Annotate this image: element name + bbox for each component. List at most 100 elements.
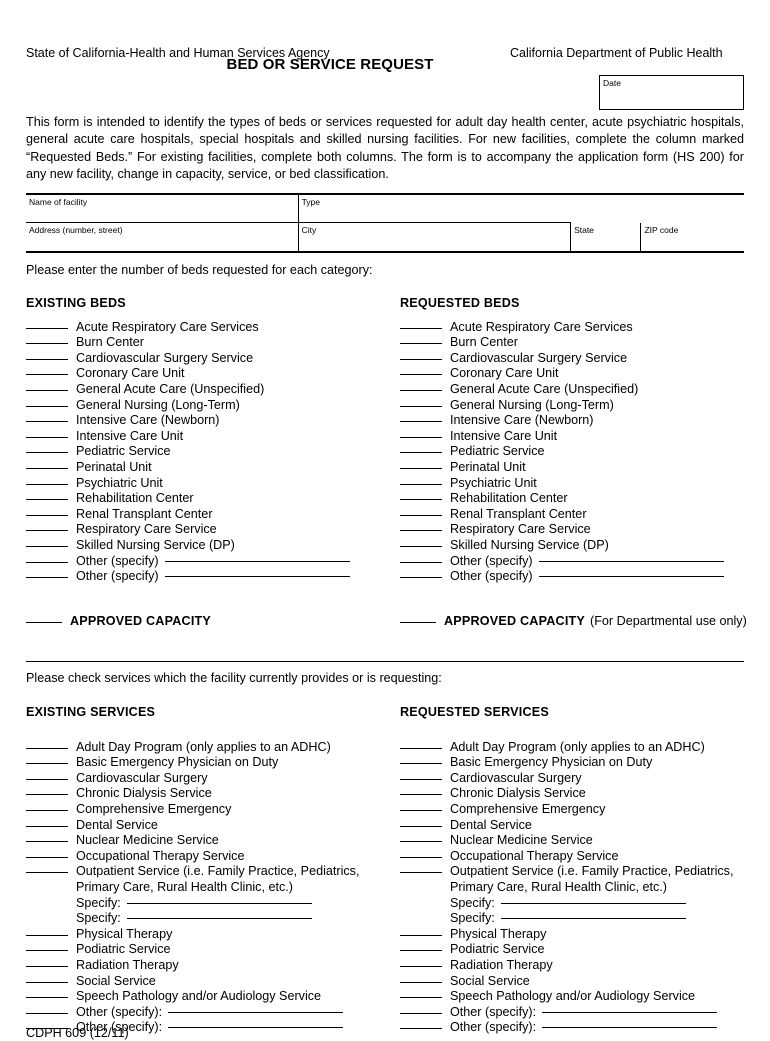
requested-bed-blank-14[interactable]: [400, 545, 442, 547]
existing-approved-capacity-blank[interactable]: [26, 621, 62, 623]
existing-bed-blank-6[interactable]: [26, 421, 68, 423]
requested-bed-blank-5[interactable]: [400, 405, 442, 407]
requested-bed-blank-6[interactable]: [400, 421, 442, 423]
existing-svc-specify-rule-0[interactable]: [126, 902, 312, 904]
facility-type-cell[interactable]: Type: [298, 193, 571, 224]
requested-svc-label-1: Basic Emergency Physician on Duty: [450, 755, 653, 770]
list-item: Basic Emergency Physician on Duty: [26, 755, 386, 771]
existing-bed-blank-14[interactable]: [26, 545, 68, 547]
existing-bed-blank-7[interactable]: [26, 436, 68, 438]
existing-svc-after-blank-1[interactable]: [26, 950, 68, 952]
existing-bed-other-blank-1[interactable]: [26, 577, 68, 579]
requested-svc-blank-1[interactable]: [400, 763, 442, 765]
requested-bed-blank-7[interactable]: [400, 436, 442, 438]
existing-bed-blank-0[interactable]: [26, 327, 68, 329]
list-item: Renal Transplant Center: [26, 507, 386, 523]
existing-bed-blank-4[interactable]: [26, 390, 68, 391]
existing-bed-blank-11[interactable]: [26, 499, 68, 501]
existing-svc-blank-3[interactable]: [26, 794, 68, 796]
facility-zip-cell[interactable]: ZIP code: [641, 223, 744, 252]
existing-bed-blank-1[interactable]: [26, 343, 68, 345]
existing-bed-blank-10[interactable]: [26, 483, 68, 485]
requested-bed-blank-8[interactable]: [400, 452, 442, 454]
facility-city-cell[interactable]: City: [298, 222, 572, 252]
date-field[interactable]: Date: [599, 75, 744, 110]
existing-bed-blank-8[interactable]: [26, 452, 68, 454]
requested-svc-specify-rule-0[interactable]: [500, 902, 686, 904]
existing-bed-other-blank-0[interactable]: [26, 561, 68, 563]
existing-svc-after-blank-2[interactable]: [26, 965, 68, 967]
existing-bed-blank-3[interactable]: [26, 374, 68, 376]
requested-bed-blank-4[interactable]: [400, 390, 442, 391]
existing-bed-other-rule-0[interactable]: [164, 560, 350, 562]
existing-bed-label-4: General Acute Care (Unspecified): [76, 382, 265, 396]
existing-svc-blank-6[interactable]: [26, 841, 68, 843]
requested-bed-blank-11[interactable]: [400, 499, 442, 501]
requested-bed-label-0: Acute Respiratory Care Services: [450, 319, 633, 334]
requested-svc-blank-4[interactable]: [400, 810, 442, 811]
requested-bed-blank-1[interactable]: [400, 343, 442, 345]
list-item: Cardiovascular Surgery Service: [26, 351, 386, 367]
existing-svc-blank-2[interactable]: [26, 778, 68, 780]
existing-svc-other-rule-1[interactable]: [168, 1027, 344, 1029]
requested-approved-capacity-blank[interactable]: [400, 621, 436, 623]
requested-svc-blank-7[interactable]: [400, 856, 442, 858]
existing-svc-after-blank-4[interactable]: [26, 997, 68, 999]
requested-svc-other-rule-0[interactable]: [542, 1011, 718, 1013]
requested-svc-specify-rule-1[interactable]: [500, 918, 686, 920]
existing-svc-blank-5[interactable]: [26, 825, 68, 827]
requested-svc-after-blank-2[interactable]: [400, 965, 442, 967]
existing-bed-blank-12[interactable]: [26, 514, 68, 516]
requested-svc-after-blank-3[interactable]: [400, 981, 442, 983]
requested-svc-blank-2[interactable]: [400, 778, 442, 780]
existing-svc-label-7: Occupational Therapy Service: [76, 848, 245, 863]
requested-bed-label-13: Respiratory Care Service: [450, 522, 591, 537]
requested-svc-blank-3[interactable]: [400, 794, 442, 796]
requested-svc-after-blank-4[interactable]: [400, 997, 442, 999]
beds-section: EXISTING BEDS Acute Respiratory Care Ser…: [26, 296, 744, 614]
facility-name-cell[interactable]: Name of facility: [26, 193, 299, 224]
existing-svc-blank-7[interactable]: [26, 856, 68, 858]
requested-bed-blank-3[interactable]: [400, 374, 442, 376]
existing-svc-after-blank-0[interactable]: [26, 934, 68, 936]
existing-svc-blank-0[interactable]: [26, 747, 68, 749]
existing-svc-after-blank-3[interactable]: [26, 981, 68, 983]
existing-bed-blank-2[interactable]: [26, 358, 68, 360]
facility-address-cell[interactable]: Address (number, street): [26, 222, 299, 252]
requested-svc-other-blank-1[interactable]: [400, 1028, 442, 1030]
requested-approved-capacity-label: APPROVED CAPACITY: [444, 613, 586, 628]
existing-bed-blank-5[interactable]: [26, 405, 68, 407]
existing-svc-other-blank-1[interactable]: [26, 1028, 68, 1030]
requested-bed-blank-10[interactable]: [400, 483, 442, 485]
requested-bed-blank-0[interactable]: [400, 327, 442, 329]
facility-state-cell[interactable]: State: [570, 222, 642, 252]
existing-bed-other-rule-1[interactable]: [164, 576, 350, 578]
requested-svc-outpatient-blank[interactable]: [400, 872, 442, 874]
requested-svc-other-blank-0[interactable]: [400, 1012, 442, 1014]
requested-bed-blank-13[interactable]: [400, 530, 442, 532]
requested-svc-other-rule-1[interactable]: [542, 1027, 718, 1029]
requested-svc-blank-6[interactable]: [400, 841, 442, 843]
existing-svc-outpatient-blank[interactable]: [26, 872, 68, 874]
requested-bed-other-rule-1[interactable]: [538, 576, 724, 578]
requested-svc-blank-0[interactable]: [400, 747, 442, 749]
list-item: Cardiovascular Surgery Service: [400, 351, 760, 367]
requested-svc-after-blank-1[interactable]: [400, 950, 442, 952]
existing-bed-blank-13[interactable]: [26, 530, 68, 532]
list-item: General Nursing (Long-Term): [400, 398, 760, 414]
existing-svc-blank-4[interactable]: [26, 810, 68, 811]
existing-svc-other-rule-0[interactable]: [168, 1011, 344, 1013]
requested-svc-after-blank-0[interactable]: [400, 934, 442, 936]
requested-bed-other-rule-0[interactable]: [538, 560, 724, 562]
requested-bed-other-blank-1[interactable]: [400, 577, 442, 579]
requested-svc-blank-5[interactable]: [400, 825, 442, 827]
requested-bed-blank-9[interactable]: [400, 467, 442, 469]
requested-bed-blank-2[interactable]: [400, 358, 442, 360]
existing-svc-blank-1[interactable]: [26, 763, 68, 765]
existing-svc-specify-rule-1[interactable]: [126, 918, 312, 920]
existing-svc-other-blank-0[interactable]: [26, 1012, 68, 1014]
existing-bed-blank-9[interactable]: [26, 467, 68, 469]
requested-bed-blank-12[interactable]: [400, 514, 442, 516]
list-item: Burn Center: [26, 335, 386, 351]
requested-bed-other-blank-0[interactable]: [400, 561, 442, 563]
